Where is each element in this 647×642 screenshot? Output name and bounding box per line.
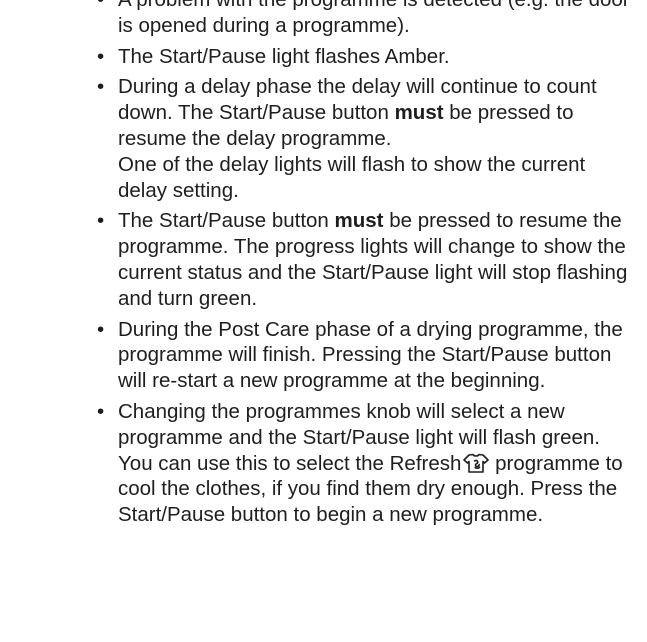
list-item: • The Start/Pause button must be pressed … — [0, 208, 647, 311]
list-item: • During the Post Care phase of a drying … — [0, 317, 647, 394]
list-item: • The Start/Pause light flashes Amber. — [0, 44, 647, 70]
list-item: • A problem with the programme is detecte… — [0, 0, 647, 39]
item-text: During the Post Care phase of a drying p… — [118, 317, 623, 393]
emphasis-text: must — [394, 101, 444, 125]
bullet-dot: • — [97, 44, 105, 68]
bullet-dot: • — [97, 0, 104, 13]
item-text: The Start/Pause light flashes Amber. — [118, 44, 450, 68]
bullet-list: • A problem with the programme is detecte… — [0, 0, 647, 528]
list-item: • During a delay phase the delay will con… — [0, 74, 647, 203]
list-item: • Changing the programmes knob will selec… — [0, 399, 647, 528]
bullet-dot: • — [97, 209, 105, 233]
bullet-dot: • — [97, 317, 105, 341]
refresh-shirt-icon — [463, 453, 490, 473]
bullet-dot: • — [97, 399, 105, 423]
instruction-page: • A problem with the programme is detecte… — [0, 0, 647, 533]
item-text-note: One of the delay lights will flash to sh… — [118, 152, 586, 202]
item-text: A problem with the programme is detected… — [118, 0, 630, 37]
item-text: The Start/Pause button — [118, 209, 335, 233]
bullet-dot: • — [97, 75, 105, 99]
emphasis-text: must — [334, 209, 384, 233]
